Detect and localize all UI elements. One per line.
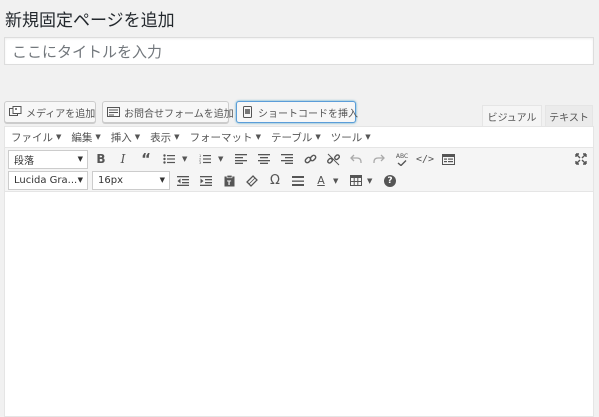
toolbar-toggle-icon[interactable]	[439, 150, 457, 168]
chevron-down-icon[interactable]: ▼	[218, 155, 223, 163]
undo-icon[interactable]	[347, 150, 365, 168]
page-title: 新規固定ページを追加	[5, 11, 175, 31]
menu-insert[interactable]: 挿入 ▼	[111, 130, 140, 145]
add-form-button[interactable]: お問合せフォームを追加	[102, 101, 234, 123]
chevron-down-icon: ▼	[77, 154, 83, 163]
chevron-down-icon: ▼	[315, 133, 321, 141]
align-center-icon[interactable]	[255, 150, 273, 168]
indent-icon[interactable]	[197, 172, 215, 190]
svg-text:3: 3	[199, 161, 201, 164]
table-icon[interactable]	[347, 172, 365, 190]
menu-edit[interactable]: 編集 ▼	[71, 130, 100, 145]
bullet-list-icon[interactable]	[160, 150, 178, 168]
numbered-list-icon[interactable]: 123	[196, 150, 214, 168]
add-media-button[interactable]: メディアを追加	[4, 101, 96, 123]
tab-visual[interactable]: ビジュアル	[482, 105, 542, 126]
chevron-down-icon: ▼	[77, 176, 83, 184]
chevron-down-icon: ▼	[159, 176, 165, 184]
bold-icon[interactable]: B	[92, 150, 110, 168]
toolbar-row-2: Lucida Gra... ▼ 16px ▼ T Ω A ▼ ▼ ?	[5, 170, 593, 192]
insert-shortcode-button[interactable]: ショートコードを挿入	[236, 101, 358, 123]
spellcheck-icon[interactable]: ABC	[393, 150, 411, 168]
text-color-icon[interactable]: A	[312, 172, 330, 190]
chevron-down-icon: ▼	[365, 133, 371, 141]
toolbar-row-1: 段落 ▼ B I “ ▼ 123 ▼ ABC </>	[5, 148, 593, 170]
shortcode-icon	[241, 106, 254, 118]
editor-menubar: ファイル ▼ 編集 ▼ 挿入 ▼ 表示 ▼ フォーマット ▼ テーブル ▼ ツール ▼	[5, 127, 593, 148]
clear-formatting-icon[interactable]	[243, 172, 261, 190]
add-media-label: メディアを追加	[26, 108, 96, 120]
font-size-select[interactable]: 16px ▼	[92, 171, 170, 190]
menu-file[interactable]: ファイル ▼	[11, 130, 61, 145]
chevron-down-icon: ▼	[255, 133, 261, 141]
blockquote-icon[interactable]: “	[137, 150, 155, 168]
chevron-down-icon[interactable]: ▼	[367, 177, 372, 185]
media-icon	[9, 106, 22, 118]
align-right-icon[interactable]	[278, 150, 296, 168]
special-character-icon[interactable]: Ω	[266, 172, 284, 190]
align-left-icon[interactable]	[232, 150, 250, 168]
form-icon	[107, 106, 120, 118]
editor: ファイル ▼ 編集 ▼ 挿入 ▼ 表示 ▼ フォーマット ▼ テーブル ▼ ツール ▼ 段落 …	[4, 126, 594, 417]
insert-shortcode-label: ショートコードを挿入	[258, 108, 358, 120]
chevron-down-icon: ▼	[174, 133, 180, 141]
chevron-down-icon[interactable]: ▼	[333, 177, 338, 185]
horizontal-rule-icon[interactable]	[289, 172, 307, 190]
menu-table[interactable]: テーブル ▼	[271, 130, 321, 145]
fullscreen-icon[interactable]	[572, 150, 590, 168]
add-form-label: お問合せフォームを追加	[124, 108, 234, 120]
menu-view[interactable]: 表示 ▼	[150, 130, 179, 145]
outdent-icon[interactable]	[174, 172, 192, 190]
italic-icon[interactable]: I	[114, 150, 132, 168]
menu-tools[interactable]: ツール ▼	[331, 130, 371, 145]
code-icon[interactable]: </>	[416, 150, 434, 168]
title-input[interactable]: ここにタイトルを入力	[4, 37, 594, 65]
help-icon[interactable]: ?	[381, 172, 399, 190]
chevron-down-icon: ▼	[134, 133, 141, 141]
unlink-icon[interactable]	[324, 150, 342, 168]
chevron-down-icon[interactable]: ▼	[182, 155, 187, 163]
redo-icon[interactable]	[370, 150, 388, 168]
paste-text-icon[interactable]: T	[220, 172, 238, 190]
chevron-down-icon: ▼	[56, 133, 62, 141]
tab-text[interactable]: テキスト	[545, 105, 593, 126]
chevron-down-icon: ▼	[95, 133, 101, 141]
format-select[interactable]: 段落 ▼	[8, 149, 88, 169]
editor-content-area[interactable]	[5, 193, 593, 416]
font-family-select[interactable]: Lucida Gra... ▼	[8, 171, 88, 190]
menu-format[interactable]: フォーマット ▼	[190, 130, 261, 145]
link-icon[interactable]	[301, 150, 319, 168]
